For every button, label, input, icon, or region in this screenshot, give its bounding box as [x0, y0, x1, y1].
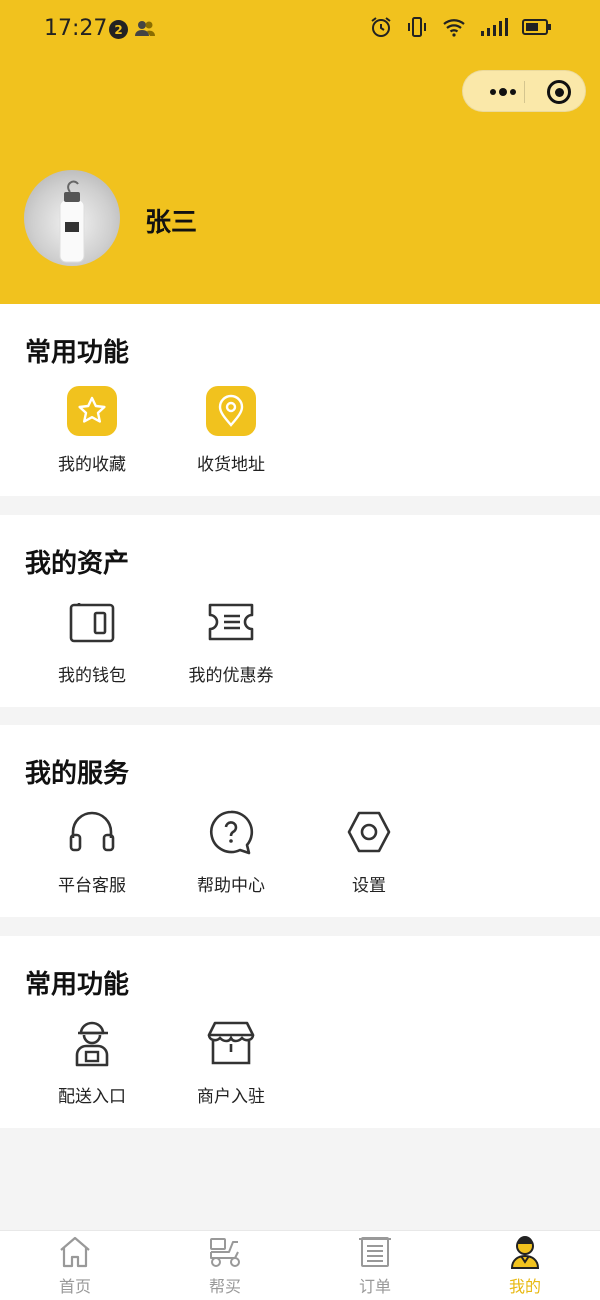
section-title: 常用功能: [25, 970, 130, 1000]
tab-orders[interactable]: 订单: [325, 1235, 425, 1297]
shop-icon: [206, 1018, 256, 1068]
customer-service-item[interactable]: 平台客服: [23, 807, 161, 896]
mini-program-capsule: [462, 70, 586, 112]
alarm-icon: [370, 16, 392, 42]
close-mini-program-button[interactable]: [547, 80, 571, 104]
star-icon: [67, 386, 117, 436]
tab-help-buy[interactable]: 帮买: [175, 1235, 275, 1297]
merchant-join-label: 商户入驻: [197, 1087, 265, 1107]
gear-icon: [344, 807, 394, 857]
favorites-item[interactable]: 我的收藏: [23, 386, 161, 475]
section-my-services: 我的服务 平台客服 帮助中心 设置: [0, 725, 600, 917]
coupon-icon: [206, 597, 256, 647]
tab-bar: 首页 帮买 订单 我的: [0, 1230, 600, 1300]
location-pin-icon: [206, 386, 256, 436]
tab-mine[interactable]: 我的: [475, 1235, 575, 1297]
delivery-entry-label: 配送入口: [58, 1087, 126, 1107]
coupons-item[interactable]: 我的优惠券: [162, 597, 300, 686]
avatar[interactable]: [24, 170, 120, 266]
section-my-assets: 我的资产 我的钱包 我的优惠券: [0, 515, 600, 707]
courier-icon: [67, 1018, 117, 1068]
shipping-address-label: 收货地址: [197, 455, 265, 475]
notification-badge: 2: [109, 20, 128, 39]
section-common-functions: 常用功能 我的收藏 收货地址: [0, 304, 600, 496]
capsule-divider: [524, 81, 525, 103]
profile-header: 17:27 2 张三: [0, 0, 600, 304]
people-icon: [134, 19, 156, 41]
tab-home-label: 首页: [58, 1277, 91, 1296]
home-icon: [25, 1235, 125, 1269]
help-center-label: 帮助中心: [197, 876, 265, 896]
more-options-button[interactable]: [481, 71, 525, 113]
scooter-icon: [175, 1235, 275, 1269]
vibrate-icon: [406, 16, 428, 42]
section-common-functions-2: 常用功能 配送入口 商户入驻: [0, 936, 600, 1128]
user-icon: [475, 1235, 575, 1269]
status-time: 17:27: [44, 16, 108, 41]
settings-label: 设置: [352, 876, 386, 896]
merchant-join-item[interactable]: 商户入驻: [162, 1018, 300, 1107]
delivery-entry-item[interactable]: 配送入口: [23, 1018, 161, 1107]
tab-home[interactable]: 首页: [25, 1235, 125, 1297]
username: 张三: [145, 208, 198, 238]
receipt-icon: [325, 1235, 425, 1269]
target-icon: [554, 87, 564, 97]
coupons-label: 我的优惠券: [188, 666, 274, 686]
help-bubble-icon: [206, 807, 256, 857]
wallet-label: 我的钱包: [58, 666, 126, 686]
help-center-item[interactable]: 帮助中心: [162, 807, 300, 896]
favorites-label: 我的收藏: [58, 455, 126, 475]
status-bar: 17:27 2: [0, 0, 600, 60]
tab-help-buy-label: 帮买: [208, 1277, 241, 1296]
wallet-icon: [67, 597, 117, 647]
battery-icon: [522, 18, 552, 40]
section-title: 常用功能: [25, 338, 130, 368]
signal-icon: [480, 18, 508, 40]
tab-mine-label: 我的: [508, 1277, 541, 1296]
section-title: 我的资产: [25, 549, 130, 579]
wifi-icon: [442, 17, 466, 41]
settings-item[interactable]: 设置: [300, 807, 438, 896]
tab-orders-label: 订单: [358, 1277, 391, 1296]
shipping-address-item[interactable]: 收货地址: [162, 386, 300, 475]
section-title: 我的服务: [25, 759, 130, 789]
wallet-item[interactable]: 我的钱包: [23, 597, 161, 686]
customer-service-label: 平台客服: [58, 876, 126, 896]
headphones-icon: [67, 807, 117, 857]
